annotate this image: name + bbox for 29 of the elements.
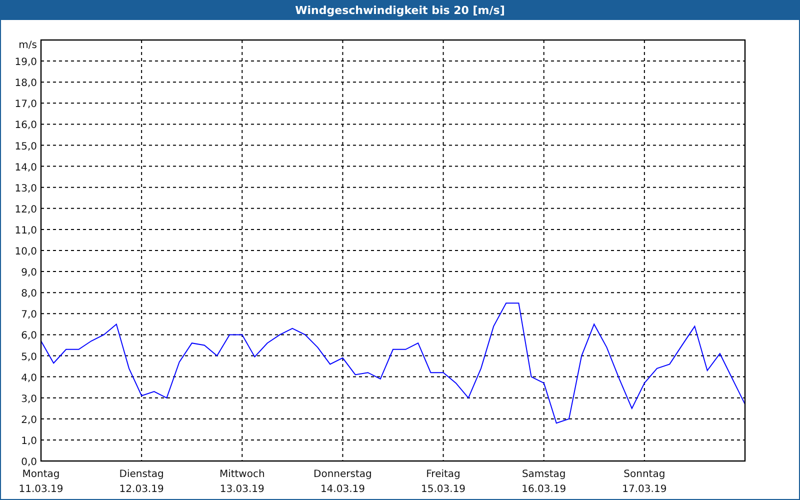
y-tick-label: 19,0 [14, 57, 37, 68]
y-tick-label: 2,0 [21, 414, 37, 426]
y-tick-label: 6,0 [21, 330, 37, 342]
y-tick-label: 16,0 [14, 120, 37, 132]
x-tick-label: Freitag 15.03.19 [421, 468, 466, 495]
y-tick-label: 18,0 [14, 78, 37, 90]
x-tick-label: Montag 11.03.19 [18, 468, 64, 495]
y-tick-label: 15,0 [14, 141, 37, 152]
y-tick-label: 5,0 [21, 352, 37, 363]
x-tick-label: Sonntag 17.03.19 [622, 468, 667, 495]
x-tick-label: Donnerstag 14.03.19 [314, 468, 372, 495]
y-tick-label: 9,0 [21, 268, 37, 279]
y-axis-unit: m/s [18, 40, 37, 51]
x-tick-label: Samstag 16.03.19 [522, 468, 566, 495]
y-tick-label: 8,0 [21, 288, 37, 300]
y-tick-label: 10,0 [14, 246, 37, 258]
y-tick-label: 12,0 [14, 204, 37, 216]
y-tick-label: 3,0 [21, 394, 37, 405]
y-tick-label: 0,0 [21, 456, 37, 468]
y-tick-label: 17,0 [14, 99, 37, 110]
y-tick-label: 1,0 [21, 436, 37, 447]
y-tick-label: 11,0 [14, 225, 37, 236]
x-tick-label: Mittwoch 13.03.19 [219, 468, 265, 495]
y-tick-label: 4,0 [21, 372, 37, 384]
y-tick-label: 14,0 [14, 162, 37, 174]
window-title: Windgeschwindigkeit bis 20 [m/s] [1, 1, 799, 20]
y-tick-label: 7,0 [21, 310, 37, 321]
y-tick-label: 13,0 [14, 183, 37, 194]
x-tick-label: Dienstag 12.03.19 [119, 468, 164, 495]
